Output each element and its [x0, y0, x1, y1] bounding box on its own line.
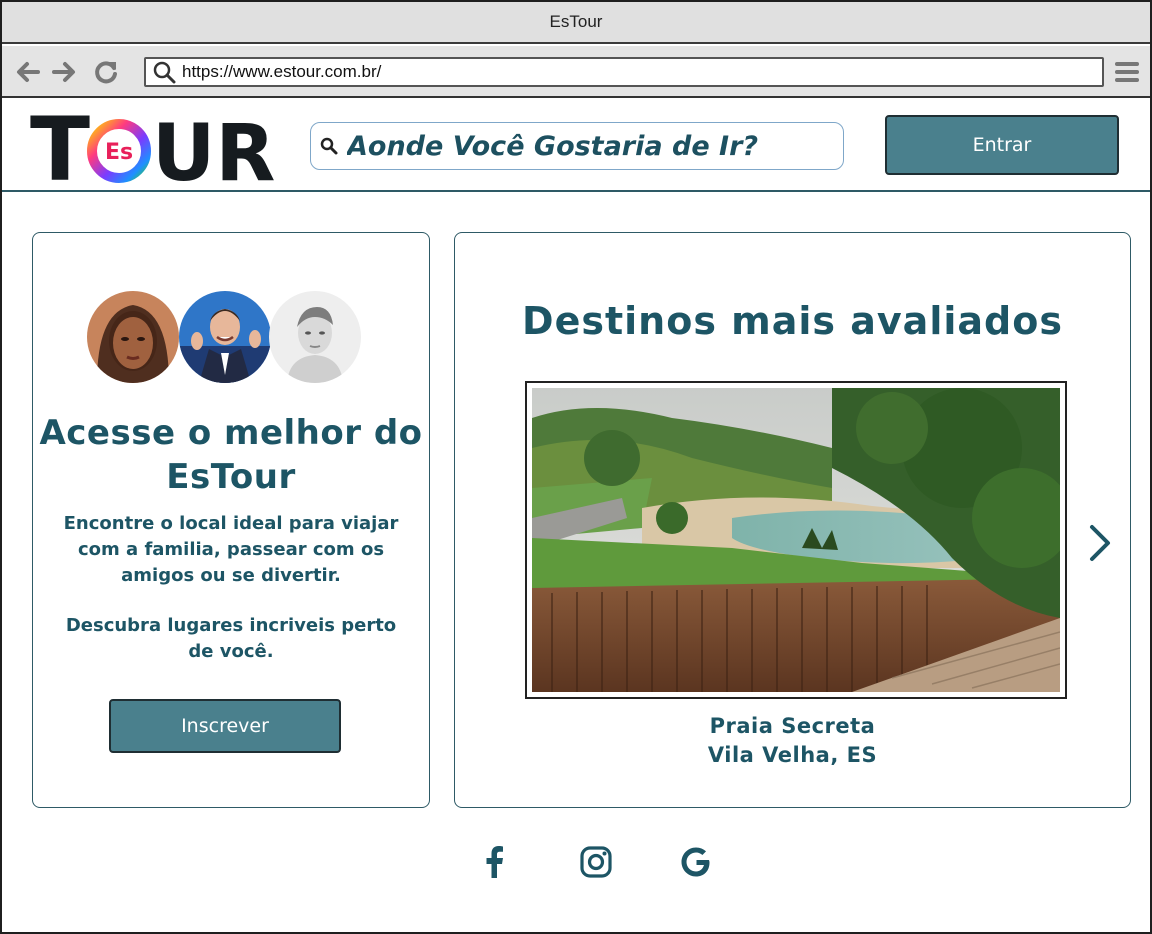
- instagram-icon[interactable]: [576, 842, 616, 882]
- avatar: [179, 291, 271, 383]
- promo-title: Acesse o melhor do EsTour: [39, 413, 423, 497]
- destination-search-input[interactable]: [347, 130, 837, 162]
- destination-location: Vila Velha, ES: [707, 743, 878, 767]
- search-icon: [153, 61, 176, 84]
- site-header: T Es UR Entrar: [2, 98, 1150, 192]
- facebook-icon[interactable]: [474, 842, 514, 882]
- estour-logo[interactable]: T Es UR: [30, 106, 276, 186]
- beach-photo: [532, 388, 1060, 692]
- search-icon: [320, 137, 338, 155]
- avatar-group: [87, 291, 377, 383]
- address-bar[interactable]: [144, 57, 1104, 87]
- browser-navbar: [2, 46, 1150, 98]
- promo-description-secondary: Descubra lugares incriveis perto de você…: [65, 615, 397, 662]
- window-titlebar: EsTour: [2, 2, 1150, 44]
- signup-button[interactable]: Inscrever: [109, 699, 341, 753]
- svg-text:Es: Es: [105, 140, 133, 165]
- signup-panel: Acesse o melhor do EsTour Encontre o loc…: [32, 232, 430, 808]
- menu-icon[interactable]: [1114, 60, 1140, 84]
- window-title: EsTour: [549, 12, 603, 31]
- avatar: [269, 291, 361, 383]
- svg-text:UR: UR: [152, 109, 275, 186]
- destination-photo[interactable]: [525, 381, 1067, 699]
- avatar: [87, 291, 179, 383]
- forward-icon[interactable]: [50, 58, 78, 86]
- chevron-right-icon[interactable]: [1085, 523, 1115, 563]
- reload-icon[interactable]: [92, 58, 120, 86]
- destination-search[interactable]: [310, 122, 844, 170]
- login-button[interactable]: Entrar: [885, 115, 1119, 175]
- google-icon[interactable]: [676, 842, 716, 882]
- svg-text:T: T: [30, 106, 90, 186]
- browser-window: EsTour https://www.estour.com.br/ T Es U…: [0, 0, 1152, 934]
- url-input[interactable]: [182, 62, 1082, 82]
- back-icon[interactable]: [14, 58, 42, 86]
- destinations-title: Destinos mais avaliados: [522, 299, 1063, 343]
- promo-description: Encontre o local ideal para viajar com a…: [63, 513, 399, 586]
- top-destinations-panel: Destinos mais avaliados Praia Secreta Vi…: [454, 232, 1131, 808]
- destination-name: Praia Secreta: [709, 714, 876, 738]
